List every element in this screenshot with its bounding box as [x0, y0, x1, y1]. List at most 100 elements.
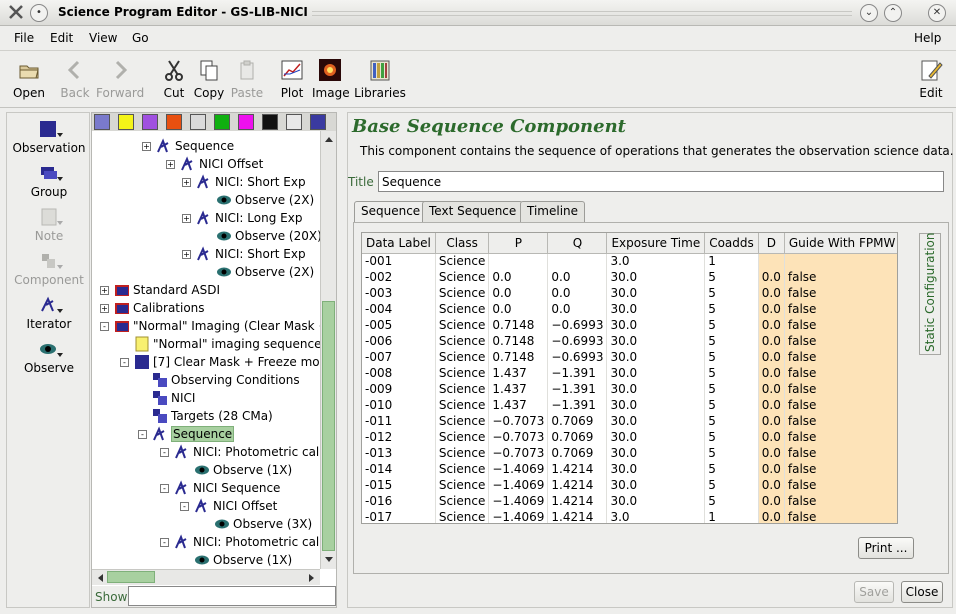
maximize-button[interactable]: ⌃ — [884, 4, 902, 22]
color-swatch[interactable] — [262, 114, 278, 130]
title-field[interactable] — [378, 171, 944, 192]
column-header[interactable]: D — [758, 233, 785, 254]
table-row[interactable]: -012 Science −0.7073 0.7069 30.0 5 0.0 false — [362, 429, 897, 445]
tab-sequence[interactable]: Sequence — [354, 201, 428, 223]
tree-node[interactable]: NICI Offset — [194, 497, 277, 515]
hscroll-thumb[interactable] — [107, 571, 155, 583]
open-button[interactable]: Open — [12, 56, 46, 106]
tree-node[interactable]: Sequence — [156, 137, 234, 155]
column-header[interactable]: Coadds — [704, 233, 759, 254]
table-row[interactable]: -017 Science −1.4069 1.4214 3.0 1 0.0 false — [362, 509, 897, 523]
column-header[interactable]: Data Label — [362, 233, 436, 254]
tree-horizontal-scrollbar[interactable] — [92, 569, 320, 585]
expand-toggle[interactable]: + — [166, 160, 175, 169]
tree-node[interactable]: NICI: Short Exp — [196, 245, 306, 263]
color-swatch[interactable] — [142, 114, 158, 130]
column-header[interactable]: Q — [547, 233, 608, 254]
collapse-toggle[interactable]: - — [180, 502, 189, 511]
close-window-button[interactable]: ✕ — [928, 4, 946, 22]
color-swatch[interactable] — [166, 114, 182, 130]
window-menu-button[interactable]: • — [30, 4, 48, 22]
menu-go[interactable]: Go — [132, 31, 149, 45]
cut-button[interactable]: Cut — [162, 56, 186, 106]
back-button[interactable]: Back — [60, 56, 90, 106]
scroll-left-arrow[interactable] — [94, 572, 106, 584]
table-row[interactable]: -010 Science 1.437 −1.391 30.0 5 0.0 false — [362, 397, 897, 413]
color-swatch[interactable] — [286, 114, 302, 130]
tree-node[interactable]: Targets (28 CMa) — [152, 407, 273, 425]
plot-button[interactable]: Plot — [280, 56, 304, 106]
palette-note[interactable]: Note — [7, 207, 91, 243]
collapse-toggle[interactable]: - — [160, 448, 169, 457]
tree-node[interactable]: "Normal" Imaging (Clear Mask + — [114, 317, 320, 335]
scroll-thumb[interactable] — [322, 301, 335, 551]
palette-observation[interactable]: Observation — [7, 119, 91, 155]
palette-iterator[interactable]: Iterator — [7, 295, 91, 331]
tree-node[interactable]: Observe (20X) — [216, 227, 320, 245]
column-header[interactable]: Exposure Time — [606, 233, 706, 254]
menu-file[interactable]: File — [14, 31, 34, 45]
table-row[interactable]: -007 Science 0.7148 −0.6993 30.0 5 0.0 false — [362, 349, 897, 365]
tree-node[interactable]: NICI: Long Exp — [196, 209, 302, 227]
table-row[interactable]: -013 Science −0.7073 0.7069 30.0 5 0.0 false — [362, 445, 897, 461]
table-row[interactable]: -011 Science −0.7073 0.7069 30.0 5 0.0 false — [362, 413, 897, 429]
expand-toggle[interactable]: + — [100, 286, 109, 295]
expand-toggle[interactable]: + — [182, 214, 191, 223]
palette-observe[interactable]: Observe — [7, 339, 91, 375]
table-row[interactable]: -015 Science −1.4069 1.4214 30.0 5 0.0 false — [362, 477, 897, 493]
tree-node[interactable]: NICI: Photometric calib — [174, 533, 320, 551]
menu-view[interactable]: View — [89, 31, 117, 45]
save-button[interactable]: Save — [854, 581, 894, 603]
palette-component[interactable]: Component — [7, 251, 91, 287]
tree-node[interactable]: NICI Offset — [180, 155, 263, 173]
tree-vertical-scrollbar[interactable] — [320, 131, 336, 569]
menu-edit[interactable]: Edit — [50, 31, 73, 45]
forward-button[interactable]: Forward — [96, 56, 144, 106]
tree-node[interactable]: Sequence — [152, 425, 235, 443]
table-row[interactable]: -002 Science 0.0 0.0 30.0 5 0.0 false — [362, 269, 897, 285]
color-swatch[interactable] — [94, 114, 110, 130]
table-row[interactable]: -006 Science 0.7148 −0.6993 30.0 5 0.0 false — [362, 333, 897, 349]
tree-node[interactable]: NICI: Short Exp — [196, 173, 306, 191]
expand-toggle[interactable]: + — [142, 142, 151, 151]
tree-node[interactable]: NICI: Photometric calib — [174, 443, 320, 461]
color-swatch[interactable] — [310, 114, 326, 130]
column-header[interactable]: P — [488, 233, 549, 254]
scroll-down-arrow[interactable] — [323, 554, 335, 566]
tree-node[interactable]: Observing Conditions — [152, 371, 300, 389]
minimize-button[interactable]: ⌄ — [860, 4, 878, 22]
scroll-right-arrow[interactable] — [306, 572, 318, 584]
libraries-button[interactable]: Libraries — [354, 56, 406, 106]
sequence-table[interactable]: Data Label Class P Q Exposure Time Coadds D Gui… — [361, 232, 898, 524]
color-swatch[interactable] — [214, 114, 230, 130]
collapse-toggle[interactable]: - — [100, 322, 109, 331]
table-row[interactable]: -003 Science 0.0 0.0 30.0 5 0.0 false — [362, 285, 897, 301]
print-button[interactable]: Print ... — [858, 537, 914, 559]
expand-toggle[interactable]: + — [100, 304, 109, 313]
tree-node[interactable]: "Normal" imaging sequence — [134, 335, 320, 353]
tab-text-sequence[interactable]: Text Sequence — [422, 201, 524, 222]
table-row[interactable]: -001 Science 3.0 1 — [362, 253, 897, 269]
table-row[interactable]: -014 Science −1.4069 1.4214 30.0 5 0.0 false — [362, 461, 897, 477]
tab-timeline[interactable]: Timeline — [520, 201, 586, 222]
color-swatch[interactable] — [238, 114, 254, 130]
tree-node[interactable]: Observe (1X) — [194, 551, 292, 569]
collapse-toggle[interactable]: - — [160, 484, 169, 493]
column-header[interactable]: Guide With FPMW — [784, 233, 897, 254]
tree-node[interactable]: Observe (2X) — [216, 263, 314, 281]
table-row[interactable]: -016 Science −1.4069 1.4214 30.0 5 0.0 false — [362, 493, 897, 509]
expand-toggle[interactable]: + — [182, 178, 191, 187]
color-swatch[interactable] — [118, 114, 134, 130]
tree-node[interactable]: Observe (1X) — [194, 461, 292, 479]
palette-group[interactable]: Group — [7, 163, 91, 199]
collapse-toggle[interactable]: - — [120, 358, 129, 367]
tree-node[interactable]: Standard ASDI — [114, 281, 220, 299]
column-header[interactable]: Class — [435, 233, 490, 254]
edit-button[interactable]: Edit — [916, 56, 946, 106]
static-configuration-tab[interactable]: Static Configuration — [919, 232, 941, 355]
table-row[interactable]: -009 Science 1.437 −1.391 30.0 5 0.0 false — [362, 381, 897, 397]
paste-button[interactable]: Paste — [230, 56, 264, 106]
tree-node[interactable]: [7] Clear Mask + Freeze mod — [134, 353, 320, 371]
app-x-icon[interactable] — [8, 4, 24, 20]
menu-help[interactable]: Help — [914, 31, 941, 45]
